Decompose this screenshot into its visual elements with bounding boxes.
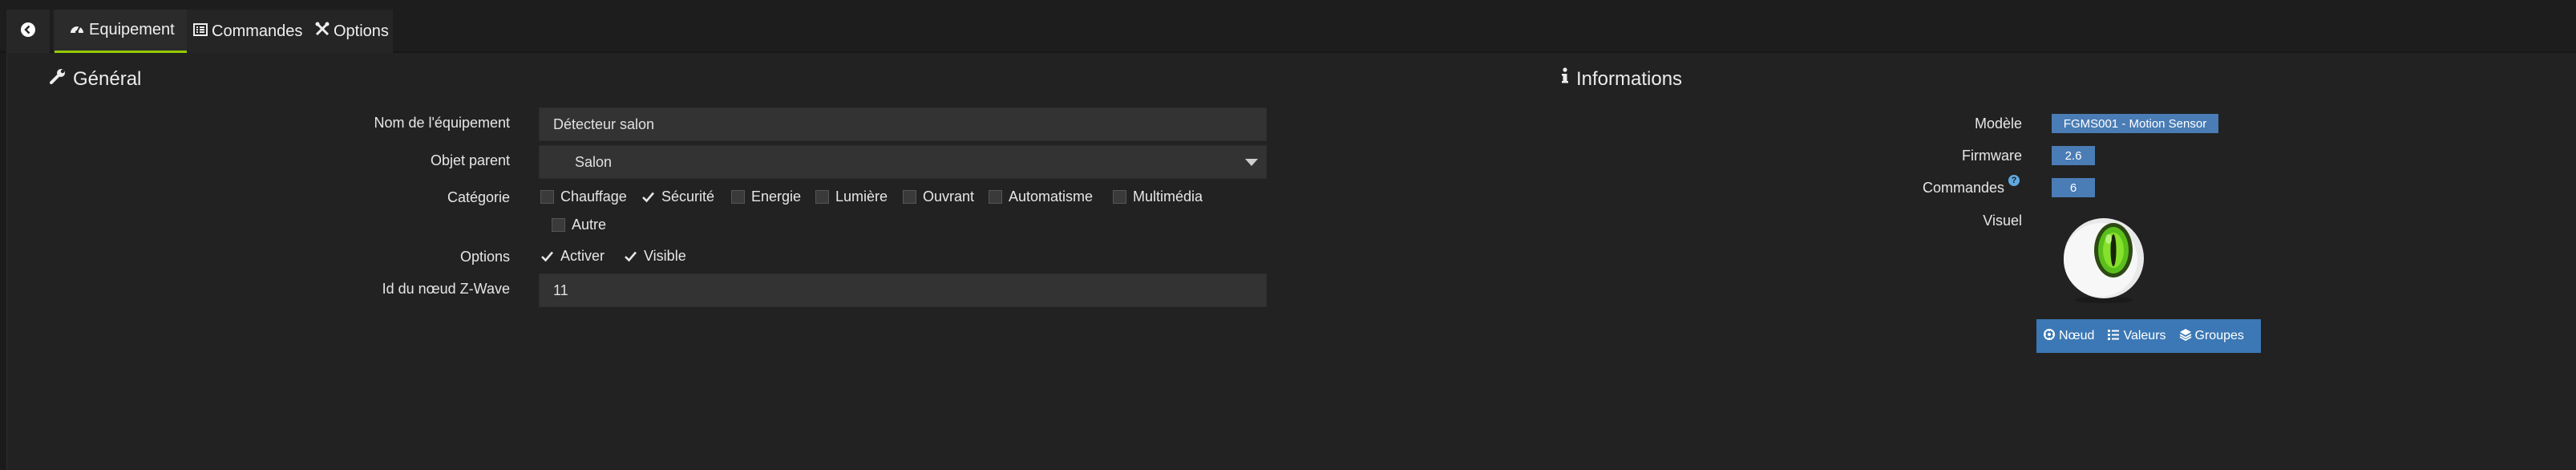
node-id-input[interactable]: 11: [539, 273, 1267, 307]
checkbox-box: [989, 190, 1002, 204]
question-circle-icon[interactable]: ?: [2008, 175, 2020, 186]
equipment-name-input[interactable]: Détecteur salon: [539, 107, 1267, 141]
caret-down-icon: [1245, 159, 1258, 166]
tab-label: Equipement: [89, 21, 175, 38]
tab-label: Commandes: [212, 22, 303, 40]
check-icon: [641, 190, 655, 204]
category-multimedia-checkbox[interactable]: Multimédia: [1113, 188, 1203, 205]
tab-equipement[interactable]: Equipement: [55, 10, 187, 53]
list-icon: [2107, 328, 2123, 345]
checkbox-label: Ouvrant: [923, 188, 975, 205]
modele-badge: FGMS001 - Motion Sensor: [2052, 114, 2218, 133]
parent-object-select[interactable]: Salon: [539, 145, 1267, 179]
button-label: Valeurs: [2123, 329, 2166, 342]
checkbox-box: [1113, 190, 1126, 204]
firmware-badge: 2.6: [2052, 146, 2095, 165]
list-alt-icon: [193, 22, 212, 41]
arrow-circle-left-icon: [20, 22, 36, 42]
checkbox-label: Automatisme: [1009, 188, 1094, 205]
commandes-label: Commandes: [1922, 180, 2004, 196]
checkbox-label: Visible: [644, 248, 686, 264]
layers-icon: [2179, 328, 2195, 345]
valeurs-button[interactable]: Valeurs: [2101, 319, 2172, 353]
noeud-button[interactable]: Nœud: [2036, 319, 2101, 353]
checkbox-box: [815, 190, 829, 204]
back-button[interactable]: [6, 10, 50, 53]
visuel-label: Visuel: [1983, 213, 2022, 229]
firmware-label: Firmware: [1962, 148, 2022, 164]
tab-options[interactable]: Options: [315, 10, 391, 53]
checkbox-box: [552, 218, 565, 232]
parent-object-value: Salon: [575, 153, 613, 170]
checkbox-box: [540, 190, 554, 204]
checkbox-label: Multimédia: [1133, 188, 1203, 205]
general-title-text: Général: [73, 67, 142, 90]
category-energie-checkbox[interactable]: Energie: [731, 188, 801, 205]
gauge-icon: [69, 21, 89, 40]
general-section-title: Général: [49, 67, 141, 91]
checkbox-label: Sécurité: [661, 188, 715, 205]
category-automatisme-checkbox[interactable]: Automatisme: [989, 188, 1093, 205]
name-label: Nom de l'équipement: [374, 115, 510, 131]
button-label: Nœud: [2059, 329, 2095, 342]
option-activer-checkbox[interactable]: Activer: [540, 248, 605, 265]
groupes-button[interactable]: Groupes: [2173, 319, 2250, 353]
equipment-name-value: Détecteur salon: [553, 115, 655, 132]
info-icon: [1560, 67, 1576, 91]
tab-commandes[interactable]: Commandes: [193, 10, 304, 53]
node-id-label: Id du nœud Z-Wave: [382, 281, 510, 297]
button-label: Groupes: [2194, 329, 2244, 342]
check-icon: [624, 249, 637, 263]
category-securite-checkbox[interactable]: Sécurité: [641, 188, 714, 205]
category-label: Catégorie: [447, 189, 510, 205]
options-label: Options: [459, 249, 510, 265]
modele-label: Modèle: [1974, 115, 2022, 132]
parent-label: Objet parent: [430, 152, 510, 168]
check-icon: [540, 249, 554, 263]
informations-section-title: Informations: [1560, 67, 1682, 91]
checkbox-box: [903, 190, 916, 204]
device-image: [2059, 213, 2150, 305]
category-chauffage-checkbox[interactable]: Chauffage: [540, 188, 627, 205]
tab-label: Options: [334, 22, 389, 40]
checkbox-label: Autre: [572, 217, 607, 233]
device-actions-bar: Nœud Valeurs Groupes: [2036, 319, 2261, 353]
checkbox-box: [731, 190, 745, 204]
checkbox-label: Chauffage: [560, 188, 627, 205]
commandes-count-badge: 6: [2052, 178, 2095, 197]
category-ouvrant-checkbox[interactable]: Ouvrant: [903, 188, 974, 205]
category-autre-checkbox[interactable]: Autre: [552, 217, 606, 233]
wrench-icon: [49, 67, 73, 91]
checkbox-label: Energie: [751, 188, 802, 205]
checkbox-label: Lumière: [835, 188, 888, 205]
informations-title-text: Informations: [1576, 67, 1683, 90]
nodes-icon: [2043, 328, 2059, 345]
checkbox-label: Activer: [560, 248, 605, 264]
node-id-value: 11: [553, 282, 568, 298]
category-lumiere-checkbox[interactable]: Lumière: [815, 188, 888, 205]
option-visible-checkbox[interactable]: Visible: [624, 248, 686, 265]
tools-icon: [315, 22, 334, 41]
